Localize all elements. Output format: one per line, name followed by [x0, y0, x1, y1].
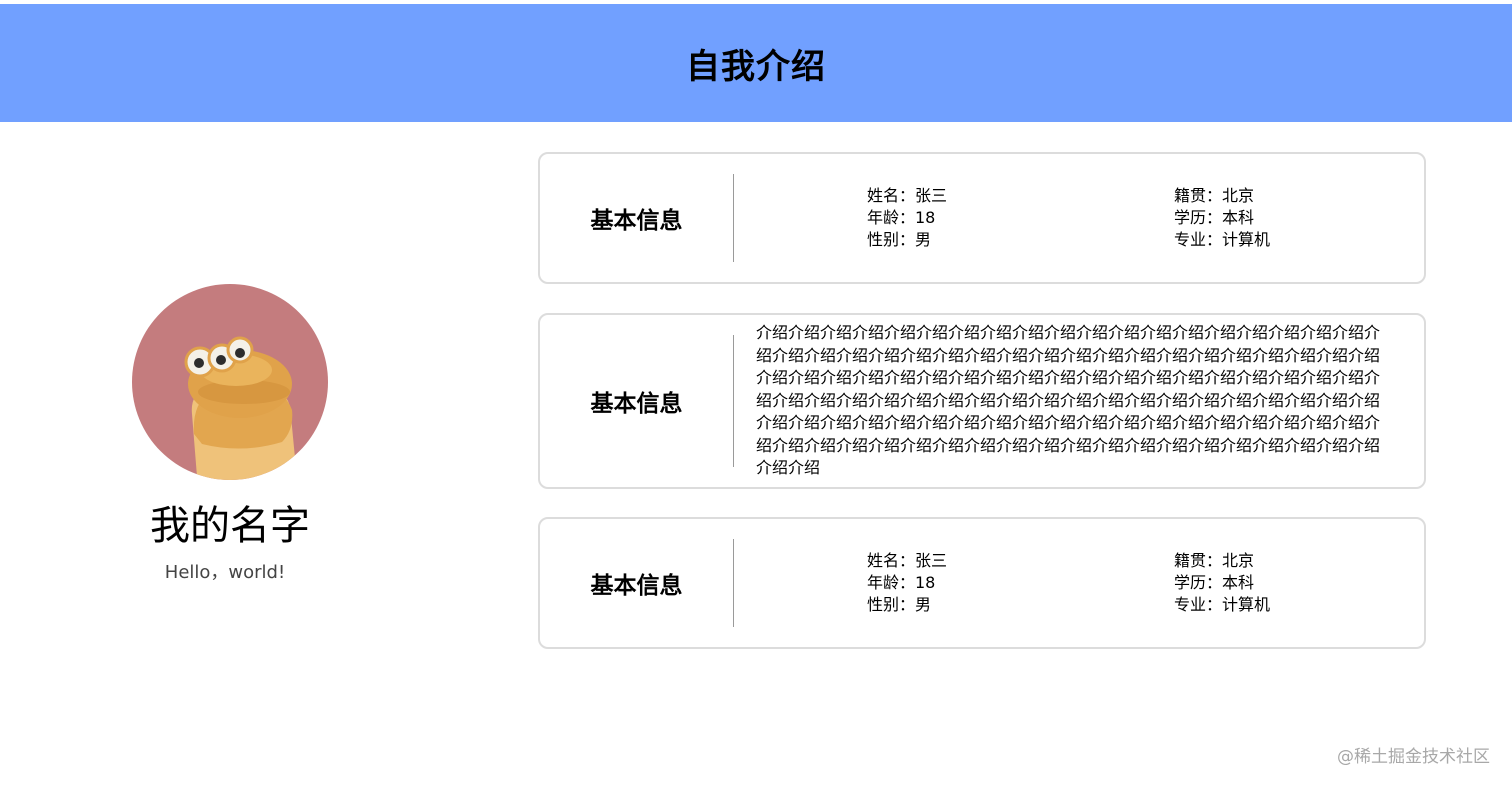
info-major: 专业：计算机 — [1174, 230, 1271, 249]
avatar-illustration — [184, 336, 298, 480]
watermark: @稀土掘金技术社区 — [1337, 747, 1490, 767]
info-card-intro: 基本信息 介绍介绍介绍介绍介绍介绍介绍介绍介绍介绍介绍介绍介绍介绍介绍介绍介绍介… — [538, 313, 1426, 489]
info-grid: 姓名：张三 年龄：18 性别：男 籍贯：北京 学历：本科 专业：计算机 — [734, 185, 1424, 251]
info-name: 姓名：张三 — [867, 551, 948, 570]
info-column-right: 籍贯：北京 学历：本科 专业：计算机 — [1174, 550, 1270, 616]
card-title: 基本信息 — [540, 174, 734, 262]
avatar[interactable] — [132, 284, 328, 480]
intro-text: 介绍介绍介绍介绍介绍介绍介绍介绍介绍介绍介绍介绍介绍介绍介绍介绍介绍介绍介绍介绍… — [756, 323, 1381, 478]
card-title: 基本信息 — [540, 539, 734, 627]
profile-name: 我的名字 — [150, 503, 310, 549]
info-education: 学历：本科 — [1174, 573, 1255, 592]
page-title: 自我介绍 — [686, 46, 826, 87]
info-major: 专业：计算机 — [1174, 595, 1271, 614]
page-header: 自我介绍 — [0, 4, 1512, 122]
info-grid: 姓名：张三 年龄：18 性别：男 籍贯：北京 学历：本科 专业：计算机 — [734, 550, 1424, 616]
info-column-left: 姓名：张三 年龄：18 性别：男 — [867, 185, 1174, 251]
info-card-basic: 基本信息 姓名：张三 年龄：18 性别：男 籍贯：北京 学历：本科 专业：计算机 — [538, 152, 1426, 284]
profile-panel: 我的名字 Hello，world! — [100, 284, 360, 584]
info-age: 年龄：18 — [867, 208, 936, 227]
info-education: 学历：本科 — [1174, 208, 1255, 227]
info-gender: 性别：男 — [867, 230, 932, 249]
card-title: 基本信息 — [540, 335, 734, 467]
info-hometown: 籍贯：北京 — [1174, 551, 1255, 570]
info-column-right: 籍贯：北京 学历：本科 专业：计算机 — [1174, 185, 1270, 251]
info-column-left: 姓名：张三 年龄：18 性别：男 — [867, 550, 1174, 616]
info-gender: 性别：男 — [867, 595, 932, 614]
profile-motto: Hello，world! — [164, 562, 286, 583]
info-age: 年龄：18 — [867, 573, 936, 592]
info-card-basic-2: 基本信息 姓名：张三 年龄：18 性别：男 籍贯：北京 学历：本科 专业：计算机 — [538, 517, 1426, 649]
info-name: 姓名：张三 — [867, 186, 948, 205]
info-hometown: 籍贯：北京 — [1174, 186, 1255, 205]
